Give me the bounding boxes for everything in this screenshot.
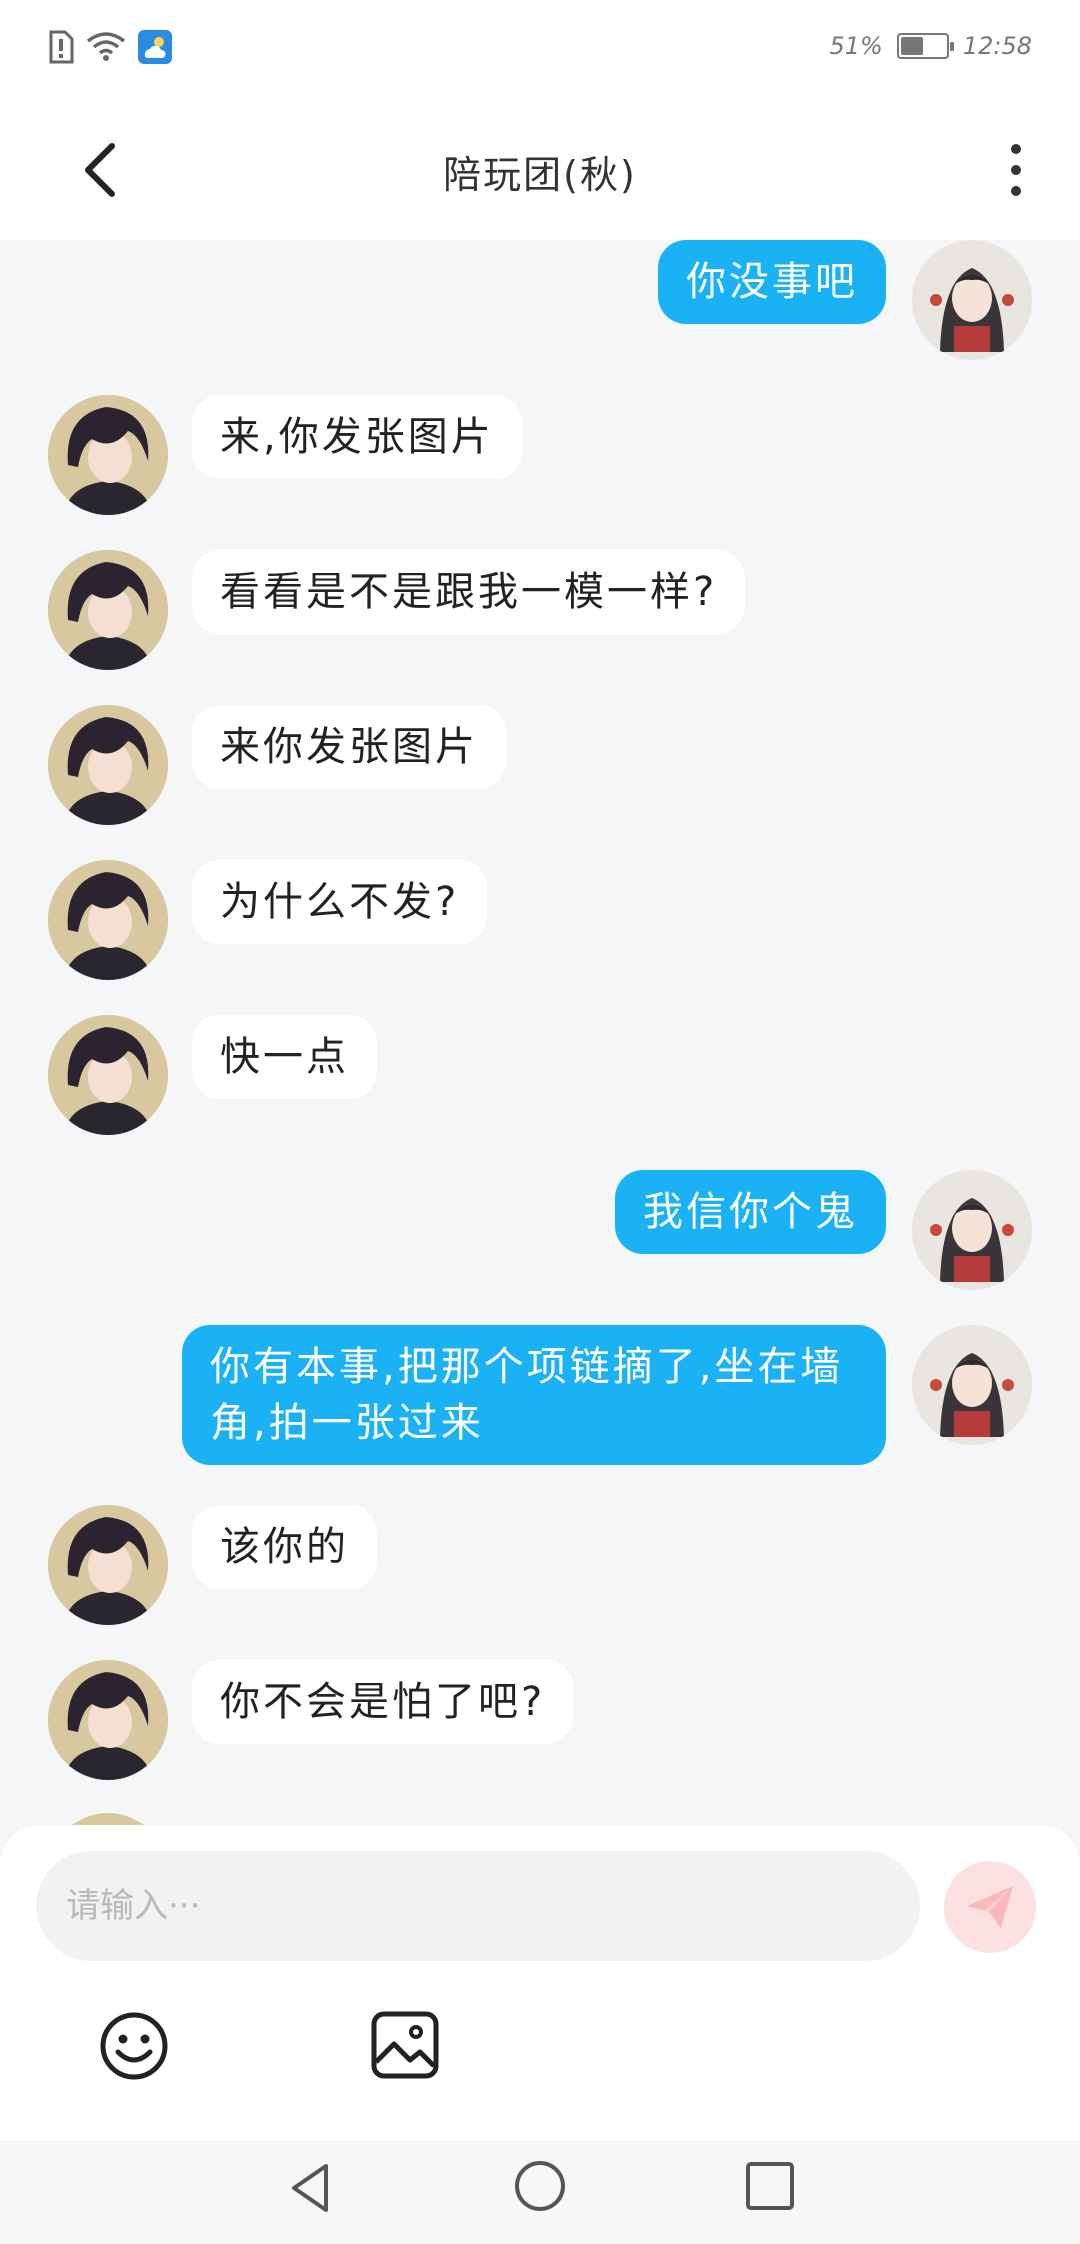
message-bubble-outgoing[interactable]: 我信你个鬼 <box>615 1170 886 1254</box>
chat-header: 陪玩团(秋) <box>0 100 1080 240</box>
sim-alert-icon <box>49 30 74 64</box>
message-bubble-incoming[interactable]: 快一点 <box>192 1015 377 1099</box>
image-icon <box>371 2011 439 2079</box>
nav-home-button[interactable] <box>512 2158 568 2214</box>
status-icons-right: 51% 12:58 <box>829 32 1032 60</box>
message-bubble-incoming[interactable]: 你不会是怕了吧? <box>192 1660 574 1744</box>
more-dot <box>1011 186 1021 196</box>
nav-back-icon <box>292 2164 328 2212</box>
send-button[interactable] <box>944 1861 1036 1953</box>
avatar-contact[interactable] <box>48 1505 168 1625</box>
message-bubble-outgoing[interactable]: 你没事吧 <box>658 240 886 324</box>
boy-avatar-image <box>48 705 168 825</box>
battery-icon <box>896 33 954 59</box>
message-bubble-incoming[interactable]: 看看是不是跟我一模一样? <box>192 550 746 634</box>
message-input[interactable] <box>36 1851 920 1961</box>
boy-avatar-image <box>48 860 168 980</box>
message-bubble-incoming[interactable]: 来,你发张图片 <box>192 395 522 479</box>
weather-icon <box>138 30 172 64</box>
paper-plane-icon <box>967 1886 1013 1928</box>
emoji-button[interactable] <box>98 2010 170 2082</box>
girl-avatar-image <box>912 240 1032 360</box>
girl-avatar-image <box>912 1170 1032 1290</box>
message-bubble-outgoing[interactable]: 你有本事,把那个项链摘了,坐在墙角,拍一张过来 <box>182 1325 886 1465</box>
more-dot <box>1011 165 1021 175</box>
message-composer <box>0 1825 1080 2140</box>
status-bar: 51% 12:58 <box>0 0 1080 100</box>
image-button[interactable] <box>370 2010 440 2080</box>
nav-recents-icon <box>746 2162 794 2210</box>
status-icons-left <box>48 30 172 64</box>
avatar-self[interactable] <box>912 240 1032 360</box>
nav-recents-button[interactable] <box>742 2158 798 2214</box>
chat-title: 陪玩团(秋) <box>443 153 637 197</box>
boy-avatar-image <box>48 1505 168 1625</box>
boy-avatar-image <box>48 1015 168 1135</box>
avatar-contact[interactable] <box>48 1015 168 1135</box>
message-bubble-incoming[interactable]: 来你发张图片 <box>192 705 506 789</box>
more-options-button[interactable] <box>996 138 1036 202</box>
girl-avatar-image <box>912 1325 1032 1445</box>
battery-level <box>900 37 924 55</box>
avatar-contact[interactable] <box>48 395 168 515</box>
message-bubble-incoming[interactable]: 该你的 <box>192 1505 377 1589</box>
battery-percent: 51% <box>829 32 883 60</box>
avatar-contact[interactable] <box>48 860 168 980</box>
avatar-contact[interactable] <box>48 550 168 670</box>
message-bubble-incoming[interactable]: 为什么不发? <box>192 860 488 944</box>
avatar-self[interactable] <box>912 1325 1032 1445</box>
wifi-icon <box>86 32 126 61</box>
more-vertical-icon <box>1011 144 1021 154</box>
boy-avatar-image <box>48 395 168 515</box>
avatar-contact[interactable] <box>48 1660 168 1780</box>
nav-back-button[interactable] <box>282 2158 342 2218</box>
avatar-self[interactable] <box>912 1170 1032 1290</box>
avatar-contact[interactable] <box>48 705 168 825</box>
smiley-icon <box>100 2012 168 2080</box>
clock: 12:58 <box>962 32 1032 60</box>
boy-avatar-image <box>48 550 168 670</box>
message-list[interactable]: 你没事吧 来,你发张图片 看看是不是跟我一模一样? 来你发张图片 为什么不发? … <box>0 240 1080 1825</box>
boy-avatar-image <box>48 1660 168 1780</box>
system-navigation-bar <box>0 2140 1080 2244</box>
avatar-contact[interactable] <box>48 1813 168 1825</box>
nav-home-icon <box>515 2161 565 2211</box>
